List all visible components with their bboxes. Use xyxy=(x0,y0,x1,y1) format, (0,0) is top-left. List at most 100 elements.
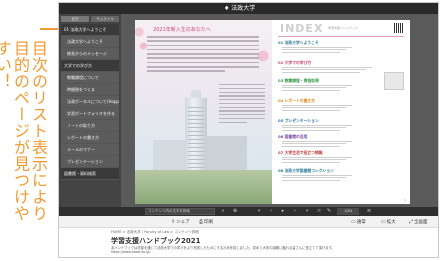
index-entry xyxy=(282,71,360,74)
book-page-left[interactable]: 2021年新入生のあなたへ xyxy=(135,20,272,204)
next-page-icon[interactable]: › xyxy=(291,208,299,215)
index-entry xyxy=(282,159,346,161)
menu-icon[interactable]: ≡ xyxy=(365,208,373,215)
zoom-icon[interactable]: ⊕ xyxy=(231,208,239,215)
share-button[interactable]: ⇪シェア xyxy=(171,218,190,226)
index-entry xyxy=(282,174,352,176)
university-logo: ♦ 法政大学 xyxy=(224,5,256,12)
ebook-viewer: ♦ 法政大学 目次 サムネイル 01 法政大学へようこそ 法政大学へようこそ 総長か… xyxy=(58,2,439,258)
index-entry xyxy=(282,109,340,112)
breadcrumb[interactable]: HOME > 法政大学 / Faculty of Law > コンテンツ詳細 xyxy=(111,230,199,235)
index-entry xyxy=(282,143,346,145)
enlarge-icon: ▭ xyxy=(381,219,386,225)
index-section-heading: 08 法政大学図書館コレクション xyxy=(278,168,334,173)
index-section[interactable]: 08 法政大学図書館コレクション xyxy=(278,168,404,183)
toc-item[interactable]: 学習ポートフォリオを作る xyxy=(61,108,119,120)
index-entry xyxy=(282,49,346,51)
book-page-right[interactable]: INDEX 学習支援ハンドブック 01 法政大学へようこそ 02 大学での学び方 0… xyxy=(272,20,410,204)
index-entry xyxy=(282,104,352,106)
notebook-image xyxy=(384,72,404,90)
index-entry xyxy=(282,51,340,54)
fullscreen-label: 全画面 xyxy=(414,220,428,225)
toc-item[interactable]: 法政ポータルについて(Hoppii) xyxy=(61,96,119,108)
tab-thumbnails[interactable]: サムネイル xyxy=(91,16,119,22)
qr-code-icon xyxy=(394,23,404,33)
index-entry xyxy=(282,69,366,71)
index-section[interactable]: 01 法政大学へようこそ xyxy=(278,40,404,55)
view-mode-label: 通常 xyxy=(356,220,366,225)
index-section-heading: 06 図書館の活用 xyxy=(278,134,308,139)
toc-item[interactable]: ノートの取り方 xyxy=(61,120,119,132)
index-section-heading: 01 法政大学へようこそ xyxy=(278,40,319,45)
tab-toc[interactable]: 目次 xyxy=(61,16,89,22)
index-section-heading: 05 プレゼンテーション xyxy=(278,118,319,123)
first-page-icon[interactable]: « xyxy=(255,208,263,215)
toc-item[interactable]: 法政大学へようこそ xyxy=(61,36,119,48)
index-entry xyxy=(282,107,346,109)
fullscreen-button[interactable]: ⤢全画面 xyxy=(409,218,428,226)
index-entry xyxy=(282,84,352,86)
bookmark-icon[interactable]: ⌑ xyxy=(315,208,323,215)
document-description: 本ハンドブックは学部を通じて法政大学での学びをより充実したものにするため作成しま… xyxy=(111,246,335,255)
toc-item[interactable]: レポートの書き方 xyxy=(61,132,119,144)
search-input[interactable]: コンテンツ内の文字を検索 xyxy=(145,208,215,215)
enlarge-label: 拡大 xyxy=(386,220,396,225)
divider xyxy=(278,36,404,37)
toc-item[interactable]: 図書館・資料検索 xyxy=(61,168,119,180)
index-entry xyxy=(282,129,340,132)
index-entry xyxy=(282,66,372,68)
index-entry xyxy=(282,127,346,129)
toc-item[interactable]: 大学での学び方 xyxy=(61,60,119,72)
index-entry xyxy=(282,156,352,158)
play-icon[interactable]: ▸ xyxy=(279,208,287,215)
index-entry xyxy=(282,87,346,89)
toc-item[interactable]: 時間割をつくる xyxy=(61,84,119,96)
print-label: 印刷 xyxy=(204,220,214,225)
index-section[interactable]: 07 大学生活で役立つ情報 xyxy=(278,150,404,165)
caption-line-2: 目的のページが見つけや xyxy=(11,40,30,222)
feature-caption: 目次のリスト表示により 目的のページが見つけや すい！ xyxy=(0,14,66,254)
toc-item[interactable]: 01 法政大学へようこそ xyxy=(61,24,119,36)
toc-panel: 目次 サムネイル 01 法政大学へようこそ 法政大学へようこそ 総長からのメッセージ… xyxy=(59,14,121,207)
caption-line-1: 目次のリスト表示により xyxy=(29,40,48,222)
page-number: 1 xyxy=(404,198,406,202)
caption-line-3: すい！ xyxy=(0,40,12,90)
viewer-toolbar: コンテンツ内の文字を検索 ⌕ ⊕ « ‹ ▸ › » ⌑ ✎ 1/84 ≡ xyxy=(59,207,438,216)
index-section[interactable]: 04 レポートの書き方 xyxy=(278,98,404,113)
index-entry xyxy=(282,46,352,48)
index-entry xyxy=(282,145,340,148)
index-entry xyxy=(282,161,340,164)
view-normal-button[interactable]: ▭通常 xyxy=(351,218,366,226)
toc-item[interactable]: メールのマナー xyxy=(61,144,119,156)
index-entry xyxy=(282,124,352,126)
index-title: INDEX xyxy=(280,22,324,35)
index-section-heading: 07 大学生活で役立つ情報 xyxy=(278,150,323,155)
index-entry xyxy=(282,89,340,92)
toc-tabs: 目次 サムネイル xyxy=(61,16,119,22)
toc-item[interactable]: プレゼンテーション xyxy=(61,156,119,168)
index-section-heading: 04 レポートの書き方 xyxy=(278,98,315,103)
index-entry xyxy=(282,179,340,182)
trees xyxy=(135,170,272,204)
print-icon: ⎙ xyxy=(199,219,204,225)
page-indicator[interactable]: 1/84 xyxy=(337,208,359,215)
last-page-icon[interactable]: » xyxy=(303,208,311,215)
index-subtitle: 学習支援ハンドブック xyxy=(328,26,359,30)
index-section-heading: 02 大学での学び方 xyxy=(278,60,312,65)
body-text-block xyxy=(147,36,259,82)
toc-item[interactable]: 総長からのメッセージ xyxy=(61,48,119,60)
index-section[interactable]: 06 図書館の活用 xyxy=(278,134,404,149)
search-icon[interactable]: ⌕ xyxy=(219,208,227,215)
print-button[interactable]: ⎙印刷 xyxy=(199,218,213,226)
share-label: シェア xyxy=(176,220,190,225)
index-entry xyxy=(282,177,346,179)
index-section[interactable]: 05 プレゼンテーション xyxy=(278,118,404,133)
share-icon: ⇪ xyxy=(171,219,176,225)
pen-icon[interactable]: ✎ xyxy=(325,208,333,215)
fullscreen-icon: ⤢ xyxy=(409,219,414,225)
toc-item[interactable]: 教職課程について xyxy=(61,72,119,84)
enlarge-button[interactable]: ▭拡大 xyxy=(381,218,396,226)
action-bar: ⇪シェア ⎙印刷 ▭通常 ▭拡大 ⤢全画面 xyxy=(59,216,438,228)
book-stage: 目次 サムネイル 01 法政大学へようこそ 法政大学へようこそ 総長からのメッセージ… xyxy=(59,14,438,207)
prev-page-icon[interactable]: ‹ xyxy=(267,208,275,215)
